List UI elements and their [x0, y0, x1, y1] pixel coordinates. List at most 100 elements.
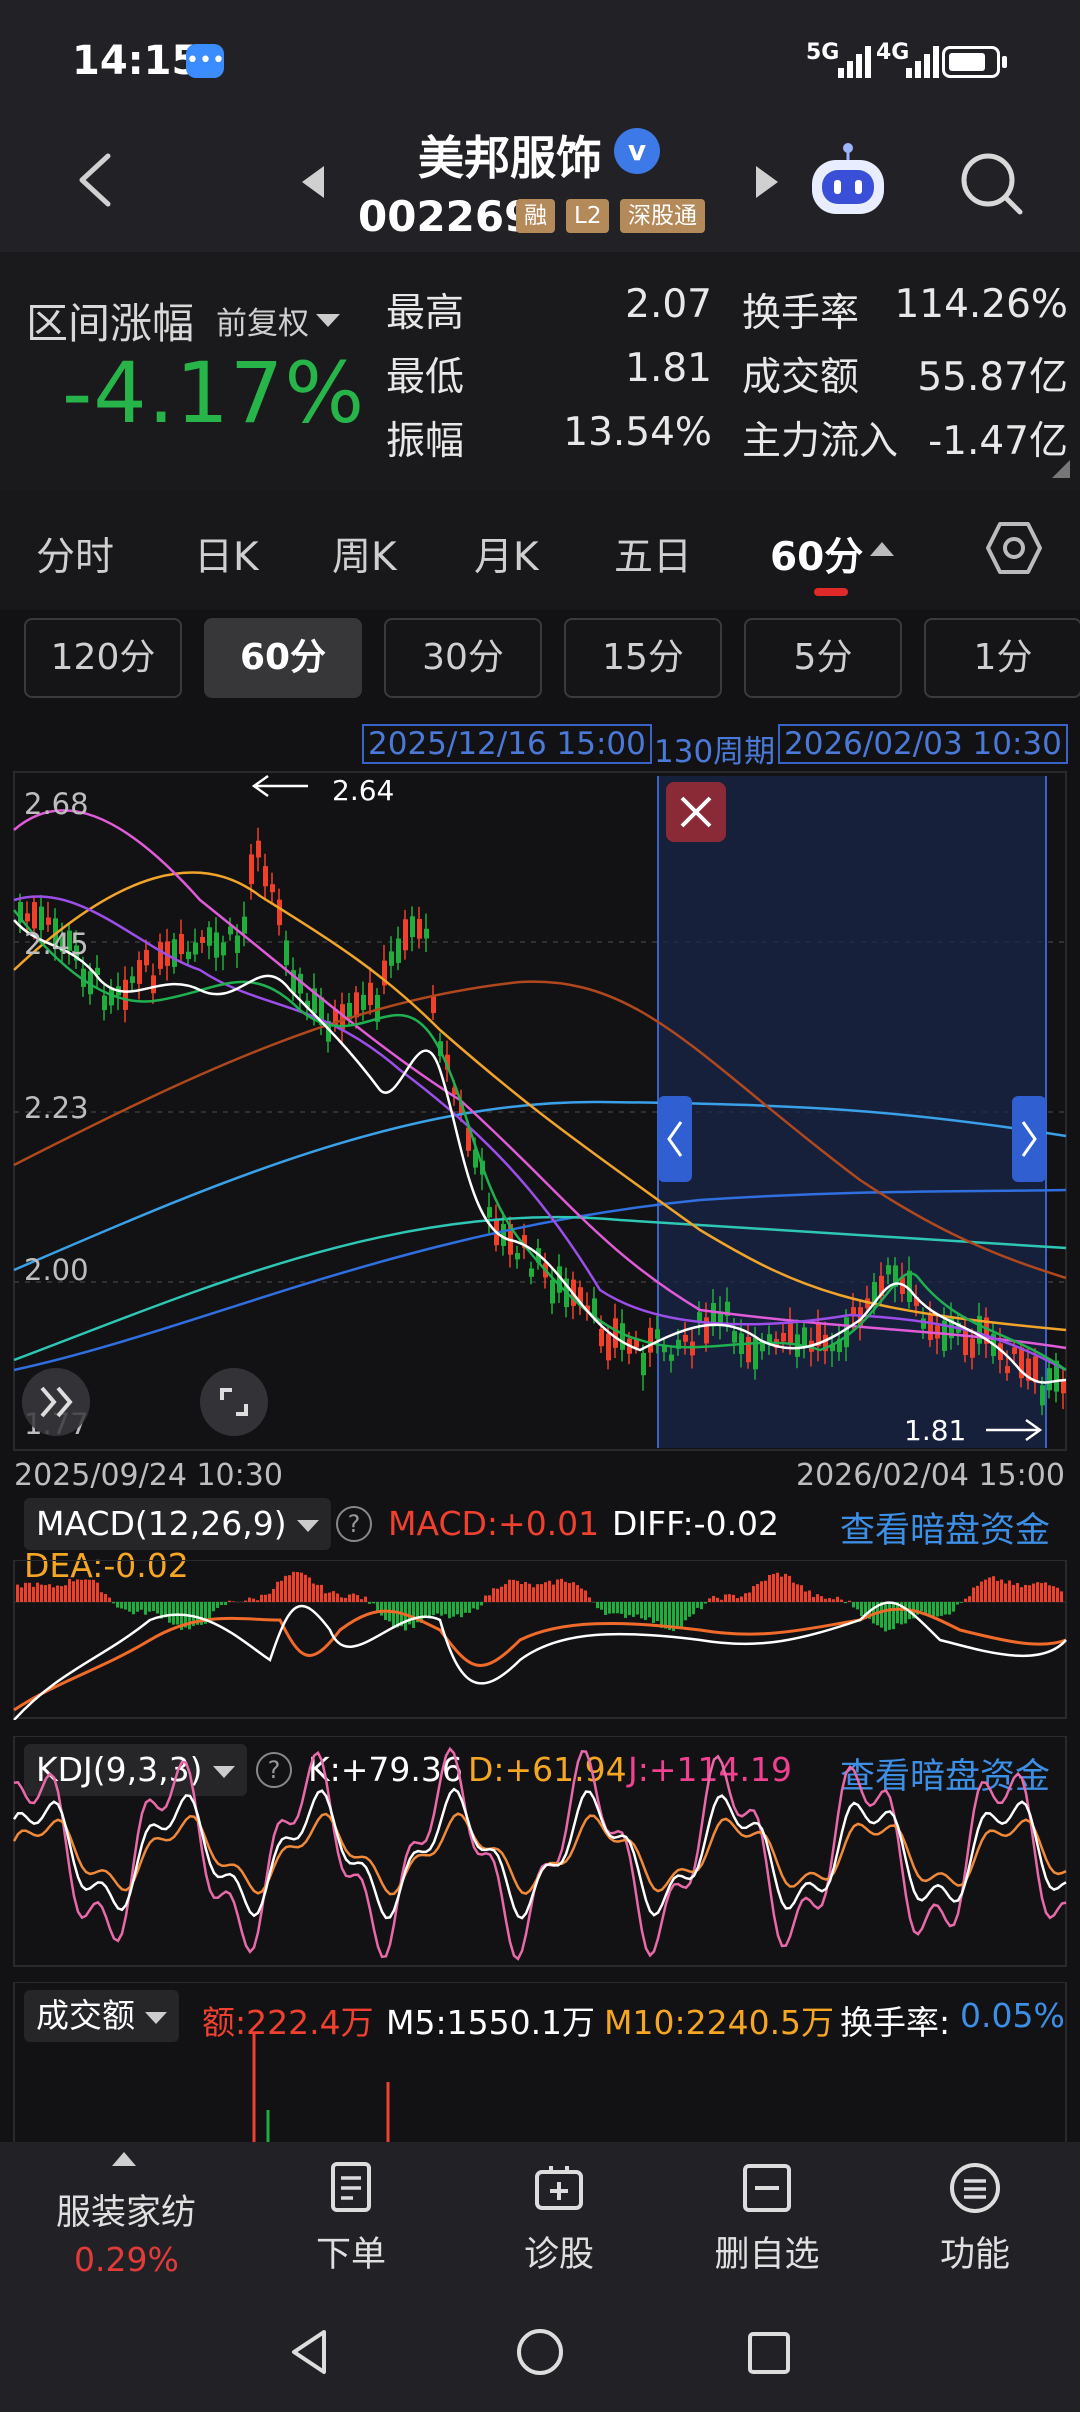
macd-bar	[136, 1602, 139, 1612]
subtab-5min[interactable]: 5分	[744, 618, 902, 698]
industry-name[interactable]: 服装家纺	[56, 2184, 196, 2235]
macd-bar	[248, 1597, 251, 1602]
candle-body	[1005, 1366, 1010, 1374]
robot-assistant-icon[interactable]	[806, 140, 890, 220]
macd-bar	[824, 1598, 827, 1602]
remove-watchlist-button[interactable]: 删自选	[692, 2160, 842, 2277]
macd-bar	[748, 1592, 751, 1602]
nav-back-icon[interactable]	[284, 2326, 336, 2378]
macd-bar	[584, 1590, 587, 1602]
order-button[interactable]: 下单	[276, 2160, 426, 2277]
search-icon[interactable]	[956, 148, 1026, 218]
macd-bar	[728, 1594, 731, 1602]
diagnose-button[interactable]: 诊股	[484, 2160, 634, 2277]
tab-daily-k[interactable]: 日K	[194, 526, 259, 582]
close-selection-button[interactable]	[666, 782, 726, 842]
order-label: 下单	[315, 2235, 386, 2275]
back-arrow-icon[interactable]	[66, 150, 126, 210]
macd-bar	[976, 1585, 979, 1602]
diff-line	[13, 1601, 1067, 1720]
subtab-120min[interactable]: 120分	[24, 618, 182, 698]
macd-bar	[84, 1579, 87, 1602]
tab-five-day[interactable]: 五日	[614, 526, 692, 582]
adjust-mode-selector[interactable]: 前复权	[216, 298, 309, 343]
help-icon[interactable]: ?	[336, 1506, 372, 1542]
macd-selector[interactable]: MACD(12,26,9)	[24, 1498, 331, 1550]
nav-recents-icon[interactable]	[744, 2328, 794, 2378]
candle-body	[844, 1317, 849, 1348]
selection-right-handle[interactable]	[1012, 1096, 1046, 1182]
kline-chart[interactable]: 2.68 2.45 2.23 2.00 1.77 2.64 1.81	[0, 770, 1080, 1460]
tab-monthly-k[interactable]: 月K	[474, 526, 539, 582]
macd-bar	[152, 1602, 155, 1611]
macd-bar	[168, 1602, 171, 1623]
low-label: 最低	[386, 355, 465, 400]
tab-weekly-k[interactable]: 周K	[332, 526, 397, 582]
macd-bar	[744, 1593, 747, 1602]
tab-60min[interactable]: 60分	[770, 526, 863, 582]
macd-bar	[548, 1580, 551, 1602]
macd-bar	[1036, 1582, 1039, 1602]
subtab-60min[interactable]: 60分	[204, 618, 362, 698]
volume-chart	[13, 1982, 1067, 2142]
candle-body	[641, 1353, 646, 1376]
macd-bar	[776, 1572, 779, 1602]
macd-bar	[964, 1598, 967, 1602]
macd-bar	[816, 1594, 819, 1602]
macd-bar	[972, 1587, 975, 1602]
macd-bar	[252, 1598, 255, 1602]
macd-bar	[116, 1602, 119, 1608]
macd-bar	[256, 1600, 259, 1602]
macd-bar	[640, 1602, 643, 1619]
macd-bar	[288, 1575, 291, 1602]
macd-bar	[788, 1575, 791, 1602]
caret-up-icon[interactable]	[112, 2152, 136, 2166]
macd-bar	[52, 1587, 55, 1602]
skip-icon[interactable]	[22, 1368, 90, 1436]
macd-bar	[904, 1602, 907, 1624]
candle-body	[32, 902, 37, 929]
macd-bar	[348, 1594, 351, 1602]
next-stock-icon[interactable]	[752, 162, 782, 202]
macd-bar	[628, 1602, 631, 1616]
nav-home-icon[interactable]	[514, 2326, 566, 2378]
macd-bar	[960, 1602, 963, 1603]
macd-bar	[784, 1573, 787, 1602]
y-label-1: 2.45	[24, 927, 89, 961]
expand-corner-icon[interactable]	[1052, 460, 1070, 478]
caret-up-icon[interactable]	[870, 542, 894, 556]
x-axis-end: 2026/02/04 15:00	[796, 1458, 1065, 1493]
macd-bar	[820, 1596, 823, 1602]
candle-body	[613, 1318, 618, 1348]
candle-body	[963, 1328, 968, 1356]
function-label: 功能	[939, 2235, 1010, 2275]
macd-bar	[156, 1602, 159, 1614]
subtab-15min[interactable]: 15分	[564, 618, 722, 698]
tab-timeshare[interactable]: 分时	[36, 526, 114, 582]
function-button[interactable]: 功能	[900, 2160, 1050, 2277]
prev-stock-icon[interactable]	[298, 162, 328, 202]
macd-bar	[920, 1602, 923, 1612]
candle-body	[235, 935, 240, 953]
selection-left-handle[interactable]	[658, 1096, 692, 1182]
chevron-down-icon[interactable]	[316, 314, 340, 327]
diff-value: DIFF:-0.02	[612, 1504, 780, 1543]
candle-body	[158, 942, 163, 969]
macd-bar	[424, 1602, 427, 1617]
macd-bar	[512, 1579, 515, 1602]
macd-bar	[284, 1575, 287, 1602]
macd-bar	[508, 1579, 511, 1602]
subtab-30min[interactable]: 30分	[384, 618, 542, 698]
subtab-1min[interactable]: 1分	[924, 618, 1080, 698]
range-change-label: 区间涨幅	[26, 299, 195, 348]
candle-body	[886, 1265, 891, 1275]
macd-bar	[552, 1584, 555, 1602]
dark-pool-link[interactable]: 查看暗盘资金	[840, 1502, 1050, 1553]
macd-bar	[616, 1602, 619, 1614]
macd-bar	[1020, 1587, 1023, 1602]
macd-bar	[720, 1599, 723, 1602]
settings-icon[interactable]	[986, 520, 1042, 576]
macd-bar	[1016, 1583, 1019, 1602]
fullscreen-icon[interactable]	[200, 1368, 268, 1436]
low-marker-value: 1.81	[904, 1414, 966, 1447]
